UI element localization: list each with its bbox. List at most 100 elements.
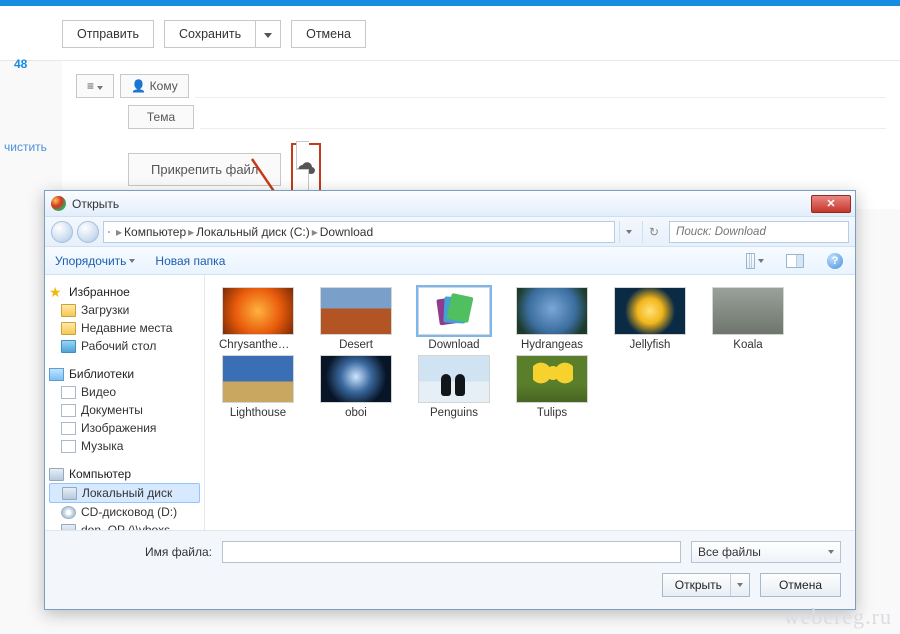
image-icon [61, 422, 76, 435]
cancel-button[interactable]: Отмена [291, 20, 366, 48]
file-label: Lighthouse [219, 407, 297, 419]
folder-icon [61, 322, 76, 335]
file-thumbnail [222, 355, 294, 403]
file-item[interactable]: Desert [317, 287, 395, 351]
file-item[interactable]: Chrysanthemum [219, 287, 297, 351]
recipient-row: ≡ 👤 Кому [76, 73, 886, 98]
video-icon [61, 386, 76, 399]
tree-recent[interactable]: Недавние места [49, 319, 200, 337]
filetype-combo[interactable]: Все файлы [691, 541, 841, 563]
dialog-actions: Открыть Отмена [59, 573, 841, 597]
tree-downloads[interactable]: Загрузки [49, 301, 200, 319]
open-dropdown[interactable] [730, 574, 749, 596]
file-label: Jellyfish [611, 339, 689, 351]
tree-libraries[interactable]: Библиотеки [49, 365, 200, 383]
file-label: Hydrangeas [513, 339, 591, 351]
file-thumbnail [516, 355, 588, 403]
save-button[interactable]: Сохранить [164, 20, 255, 48]
send-button[interactable]: Отправить [62, 20, 154, 48]
filename-label: Имя файла: [145, 545, 212, 559]
help-button[interactable]: ? [825, 251, 845, 271]
compose-toolbar: Отправить Сохранить Отмена [0, 6, 900, 61]
file-thumbnail [418, 355, 490, 403]
menu-button[interactable]: ≡ [76, 74, 114, 98]
attach-cloud-button[interactable] [296, 141, 316, 197]
tree-videos[interactable]: Видео [49, 383, 200, 401]
nav-forward-button[interactable] [77, 221, 99, 243]
new-folder-button[interactable]: Новая папка [155, 254, 225, 268]
nav-tree: ★Избранное Загрузки Недавние места Рабоч… [45, 275, 205, 530]
caret-down-icon [626, 230, 632, 234]
attach-file-button[interactable]: Прикрепить файл [128, 153, 281, 186]
file-thumbnail [418, 287, 490, 335]
organize-menu[interactable]: Упорядочить [55, 254, 135, 268]
caret-down-icon [737, 583, 743, 587]
tree-local-disk[interactable]: Локальный диск [49, 483, 200, 503]
music-icon [61, 440, 76, 453]
nav-bar: ▸ Компьютер ▸ Локальный диск (C:) ▸ Down… [45, 217, 855, 247]
file-grid[interactable]: Chrysanthemum Desert Download Hydrangeas Jel… [205, 275, 855, 530]
cloud-icon [296, 162, 316, 176]
file-item[interactable]: oboi [317, 355, 395, 419]
crumb-folder[interactable]: Download [320, 225, 373, 239]
search-input[interactable] [669, 221, 849, 243]
document-icon [61, 404, 76, 417]
filename-input[interactable] [222, 541, 681, 563]
tree-computer[interactable]: Компьютер [49, 465, 200, 483]
crumb-drive[interactable]: Локальный диск (C:) [196, 225, 310, 239]
caret-down-icon [758, 259, 764, 263]
subject-label: Тема [128, 105, 194, 129]
address-bar[interactable]: ▸ Компьютер ▸ Локальный диск (C:) ▸ Down… [103, 221, 615, 243]
person-icon: 👤 [131, 79, 146, 93]
file-item[interactable]: Koala [709, 287, 787, 351]
compose-body: ≡ 👤 Кому Тема Прикрепить файл [62, 61, 900, 209]
file-item[interactable]: Jellyfish [611, 287, 689, 351]
library-icon [49, 368, 64, 381]
file-item[interactable]: Download [415, 287, 493, 351]
subject-row: Тема [128, 104, 886, 129]
close-button[interactable]: ✕ [811, 195, 851, 213]
attach-row: Прикрепить файл [128, 135, 886, 195]
file-label: Desert [317, 339, 395, 351]
open-button[interactable]: Открыть [662, 573, 750, 597]
to-button[interactable]: 👤 Кому [120, 74, 188, 98]
address-dropdown[interactable] [619, 221, 638, 243]
caret-down-icon [129, 259, 135, 263]
caret-down-icon [264, 33, 272, 38]
unread-count: 48 [8, 55, 33, 73]
nav-back-button[interactable] [51, 221, 73, 243]
view-mode-button[interactable] [745, 251, 765, 271]
crumb-computer[interactable]: Компьютер [124, 225, 186, 239]
file-open-dialog: Открыть ✕ ▸ Компьютер ▸ Локальный диск (… [44, 190, 856, 610]
file-thumbnail [614, 287, 686, 335]
file-label: Penguins [415, 407, 493, 419]
command-bar: Упорядочить Новая папка ? [45, 247, 855, 275]
file-label: Tulips [513, 407, 591, 419]
file-item[interactable]: Lighthouse [219, 355, 297, 419]
tree-desktop[interactable]: Рабочий стол [49, 337, 200, 355]
titlebar[interactable]: Открыть ✕ [45, 191, 855, 217]
tree-music[interactable]: Музыка [49, 437, 200, 455]
drive-icon [108, 231, 110, 233]
tree-favorites[interactable]: ★Избранное [49, 283, 200, 301]
file-label: oboi [317, 407, 395, 419]
tree-network-share[interactable]: don_OP (\\vboxs [49, 521, 200, 530]
dialog-body: ★Избранное Загрузки Недавние места Рабоч… [45, 275, 855, 530]
file-item[interactable]: Tulips [513, 355, 591, 419]
save-split-button[interactable]: Сохранить [164, 20, 281, 48]
file-item[interactable]: Penguins [415, 355, 493, 419]
file-item[interactable]: Hydrangeas [513, 287, 591, 351]
tree-cd-drive[interactable]: CD-дисковод (D:) [49, 503, 200, 521]
chrome-icon [51, 196, 66, 211]
tree-pictures[interactable]: Изображения [49, 419, 200, 437]
refresh-button[interactable]: ↻ [642, 221, 665, 243]
subject-input[interactable] [200, 104, 886, 129]
folder-icon [61, 304, 76, 317]
save-dropdown[interactable] [255, 20, 281, 48]
dialog-cancel-button[interactable]: Отмена [760, 573, 841, 597]
clear-link[interactable]: чистить [4, 140, 47, 154]
preview-pane-button[interactable] [785, 251, 805, 271]
tree-documents[interactable]: Документы [49, 401, 200, 419]
to-input[interactable] [195, 73, 886, 98]
drive-icon [62, 487, 77, 500]
